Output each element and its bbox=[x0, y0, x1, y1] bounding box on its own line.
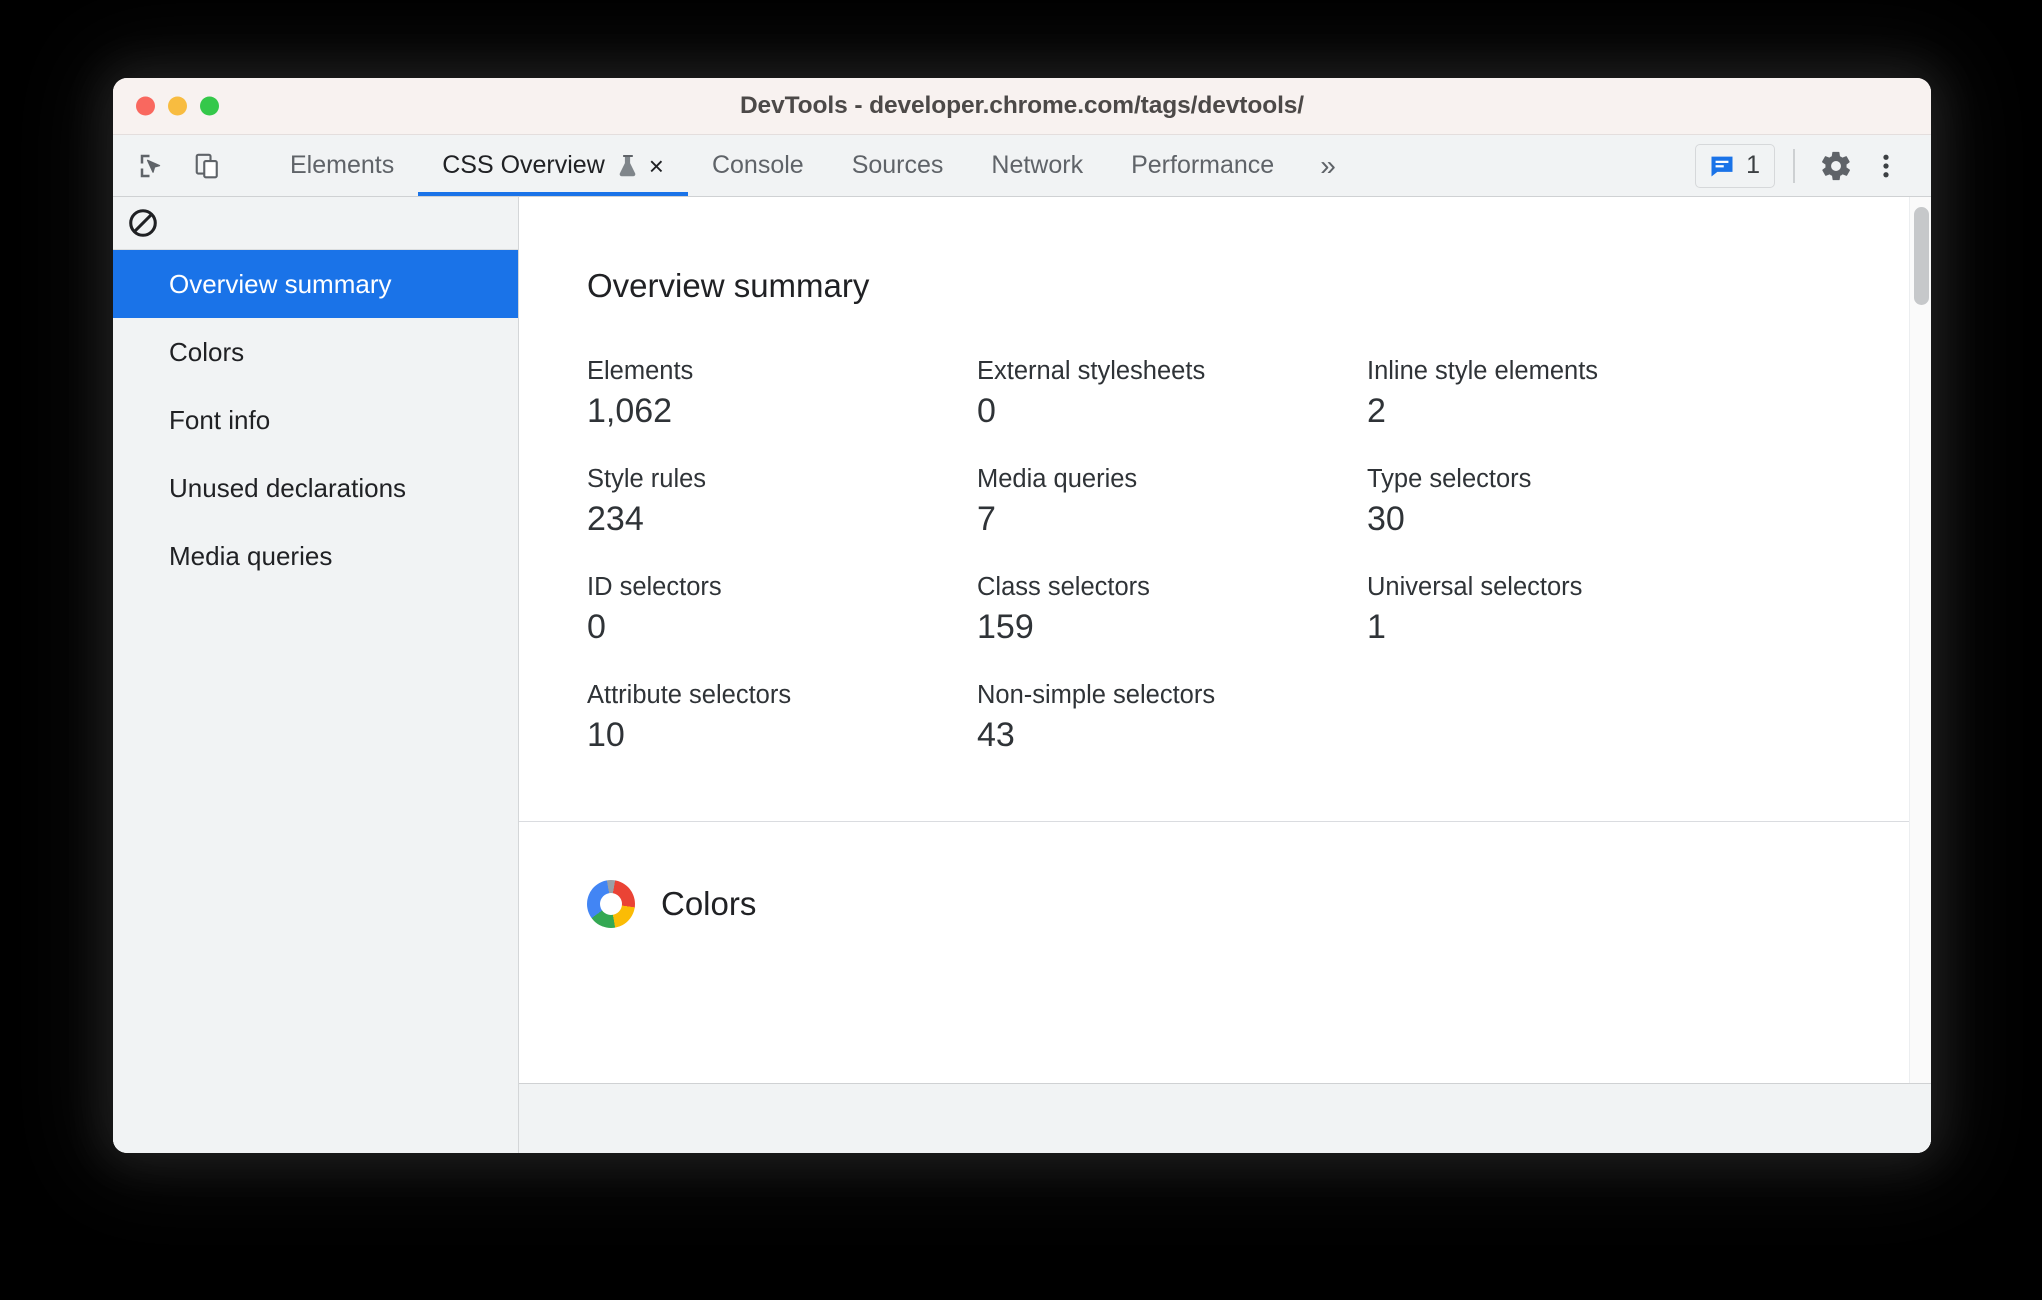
tab-close-icon[interactable]: × bbox=[649, 153, 664, 179]
tabstrip-right-group: 1 bbox=[1695, 135, 1931, 196]
devtools-content: Overview summary Colors Font info Unused… bbox=[113, 197, 1931, 1153]
sidebar-item-label: Unused declarations bbox=[169, 472, 407, 503]
sidebar-item-unused-declarations[interactable]: Unused declarations bbox=[113, 454, 518, 522]
stat-label: Elements bbox=[587, 357, 694, 385]
more-tabs-chevron-icon[interactable]: » bbox=[1298, 135, 1358, 196]
stat-attribute-selectors: Attribute selectors 10 bbox=[587, 681, 977, 755]
stat-value: 7 bbox=[977, 500, 996, 538]
main-scrollbar[interactable] bbox=[1909, 197, 1931, 1083]
stat-value: 159 bbox=[977, 608, 1034, 646]
tab-label: Console bbox=[711, 151, 804, 179]
main-bottom-bar bbox=[519, 1083, 1931, 1153]
window-title: DevTools - developer.chrome.com/tags/dev… bbox=[739, 92, 1305, 119]
stat-value: 2 bbox=[1367, 392, 1386, 430]
inspect-cursor-icon[interactable] bbox=[131, 145, 173, 187]
stat-value: 30 bbox=[1367, 500, 1405, 538]
page-title: Overview summary bbox=[587, 267, 870, 304]
more-vertical-icon[interactable] bbox=[1863, 143, 1909, 189]
tabstrip-divider bbox=[1793, 148, 1795, 183]
color-wheel-icon bbox=[587, 880, 635, 928]
colors-section-header[interactable]: Colors bbox=[519, 822, 1931, 968]
tab-elements[interactable]: Elements bbox=[266, 135, 418, 196]
stat-value: 43 bbox=[977, 716, 1015, 754]
stat-label: External stylesheets bbox=[977, 357, 1206, 385]
stat-spacer bbox=[1367, 681, 1867, 755]
tab-console[interactable]: Console bbox=[688, 135, 828, 196]
stat-elements: Elements 1,062 bbox=[587, 357, 977, 431]
stat-label: Style rules bbox=[587, 465, 707, 493]
window-title-bar: DevTools - developer.chrome.com/tags/dev… bbox=[113, 78, 1931, 135]
stat-label: Inline style elements bbox=[1367, 357, 1599, 385]
stat-label: Universal selectors bbox=[1367, 573, 1583, 601]
stat-class-selectors: Class selectors 159 bbox=[977, 573, 1367, 647]
stat-label: Media queries bbox=[977, 465, 1138, 493]
stat-media-queries: Media queries 7 bbox=[977, 465, 1367, 539]
sidebar-item-label: Colors bbox=[169, 336, 245, 367]
stat-value: 234 bbox=[587, 500, 644, 538]
tab-label: Elements bbox=[290, 151, 395, 179]
stat-label: Non-simple selectors bbox=[977, 681, 1216, 709]
stat-value: 10 bbox=[587, 716, 625, 754]
stat-external-stylesheets: External stylesheets 0 bbox=[977, 357, 1367, 431]
stat-value: 0 bbox=[587, 608, 606, 646]
tab-network[interactable]: Network bbox=[967, 135, 1107, 196]
tab-sources[interactable]: Sources bbox=[828, 135, 968, 196]
stat-label: Class selectors bbox=[977, 573, 1150, 601]
experiment-flask-icon bbox=[616, 153, 640, 179]
main-scroll-area[interactable]: Overview summary Elements 1,062 External… bbox=[519, 197, 1931, 1083]
css-overview-sidebar: Overview summary Colors Font info Unused… bbox=[113, 197, 519, 1153]
sidebar-item-label: Overview summary bbox=[169, 268, 392, 299]
colors-section-title: Colors bbox=[661, 885, 757, 922]
traffic-lights bbox=[136, 96, 219, 116]
gear-icon[interactable] bbox=[1813, 143, 1859, 189]
stat-label: Type selectors bbox=[1367, 465, 1532, 493]
scrollbar-thumb[interactable] bbox=[1914, 207, 1929, 305]
stat-id-selectors: ID selectors 0 bbox=[587, 573, 977, 647]
stat-label: Attribute selectors bbox=[587, 681, 792, 709]
minimize-window-button[interactable] bbox=[168, 96, 187, 116]
tab-label: Sources bbox=[851, 151, 944, 179]
stat-value: 1 bbox=[1367, 608, 1386, 646]
stat-value: 0 bbox=[977, 392, 996, 430]
sidebar-item-font-info[interactable]: Font info bbox=[113, 386, 518, 454]
css-overview-main-panel: Overview summary Elements 1,062 External… bbox=[519, 197, 1931, 1153]
tab-label: Performance bbox=[1131, 151, 1275, 179]
stat-value: 1,062 bbox=[587, 392, 673, 430]
issues-badge[interactable]: 1 bbox=[1695, 143, 1775, 188]
devtools-window: DevTools - developer.chrome.com/tags/dev… bbox=[113, 78, 1931, 1153]
maximize-window-button[interactable] bbox=[200, 96, 219, 116]
stat-style-rules: Style rules 234 bbox=[587, 465, 977, 539]
no-entry-clear-icon[interactable] bbox=[127, 207, 159, 239]
sidebar-item-colors[interactable]: Colors bbox=[113, 318, 518, 386]
tab-performance[interactable]: Performance bbox=[1107, 135, 1298, 196]
sidebar-item-label: Font info bbox=[169, 404, 271, 435]
tab-css-overview[interactable]: CSS Overview × bbox=[418, 135, 688, 196]
stat-type-selectors: Type selectors 30 bbox=[1367, 465, 1867, 539]
stat-non-simple-selectors: Non-simple selectors 43 bbox=[977, 681, 1367, 755]
sidebar-item-media-queries[interactable]: Media queries bbox=[113, 522, 518, 590]
device-toolbar-icon[interactable] bbox=[187, 145, 229, 187]
issues-message-icon bbox=[1708, 152, 1736, 180]
summary-stat-grid: Elements 1,062 External stylesheets 0 In… bbox=[587, 357, 1867, 755]
sidebar-toolbar bbox=[113, 197, 518, 250]
tab-label: Network bbox=[991, 151, 1084, 179]
sidebar-item-label: Media queries bbox=[169, 540, 333, 571]
devtools-tab-strip: Elements CSS Overview × Console Sources bbox=[113, 135, 1931, 197]
tool-icon-group bbox=[113, 135, 266, 196]
stat-universal-selectors: Universal selectors 1 bbox=[1367, 573, 1867, 647]
issues-count: 1 bbox=[1746, 151, 1760, 179]
stat-inline-style-elements: Inline style elements 2 bbox=[1367, 357, 1867, 431]
tab-label: CSS Overview bbox=[442, 151, 605, 179]
sidebar-item-overview-summary[interactable]: Overview summary bbox=[113, 250, 518, 318]
overview-summary-section: Overview summary Elements 1,062 External… bbox=[519, 197, 1931, 755]
stat-label: ID selectors bbox=[587, 573, 722, 601]
tab-list: Elements CSS Overview × Console Sources bbox=[266, 135, 1358, 196]
close-window-button[interactable] bbox=[136, 96, 155, 116]
